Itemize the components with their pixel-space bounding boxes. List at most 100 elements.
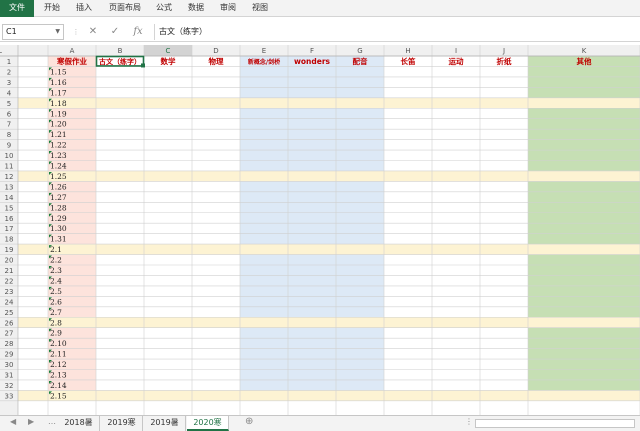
cell-fill — [18, 97, 48, 109]
row-number-24: 24 — [5, 298, 14, 306]
cell-fill — [240, 118, 288, 130]
ribbon-tab-4[interactable]: 公式 — [150, 0, 178, 17]
chevron-down-icon[interactable]: ▼ — [55, 25, 60, 39]
cell-fill — [528, 244, 640, 255]
cell-fill — [240, 379, 288, 391]
column-header-H: H — [405, 47, 410, 55]
sheet-tab-bar: ◀ ▶ … 2018暑 2019寒 2019暑 2020寒 ⊕ ⋮ — [0, 415, 640, 431]
cell-fill — [288, 97, 336, 109]
ribbon-tab-0[interactable]: 文件 — [0, 0, 34, 17]
header-cell-10: 折纸 — [497, 56, 512, 66]
sheet-nav-more-icon[interactable]: … — [48, 417, 56, 426]
ribbon-tab-7[interactable]: 视图 — [246, 0, 274, 17]
row-number-8: 8 — [7, 131, 11, 139]
ribbon-tab-6[interactable]: 审阅 — [214, 0, 242, 17]
cell-fill — [432, 390, 480, 401]
ribbon-tab-2[interactable]: 插入 — [70, 0, 98, 17]
column-header-A: A — [70, 47, 75, 55]
function-icon[interactable]: fx — [128, 24, 148, 40]
cell-fill — [240, 66, 288, 77]
cell-fill — [192, 97, 240, 109]
cell-fill — [480, 390, 528, 401]
formula-input[interactable]: 古文（练字） — [154, 24, 634, 40]
horizontal-scrollbar[interactable] — [475, 419, 635, 428]
cell-fill — [384, 244, 432, 255]
column-header-I: I — [455, 47, 457, 55]
cell-fill — [96, 390, 144, 401]
scroll-split-icon[interactable]: ⋮ — [465, 417, 473, 426]
cell-fill — [240, 369, 288, 380]
cell-fill — [528, 97, 640, 109]
cell-fill — [432, 170, 480, 182]
cell-fill — [528, 317, 640, 328]
cell-fill — [336, 139, 384, 151]
cell-fill — [336, 66, 384, 77]
cell-fill — [18, 390, 48, 401]
row-number-13: 13 — [5, 183, 14, 191]
cell-fill — [240, 181, 288, 192]
cell-fill — [240, 212, 288, 224]
cell-fill — [528, 87, 640, 98]
date-cell: 1.22 — [50, 141, 67, 150]
cell-fill — [528, 181, 640, 192]
name-box[interactable]: C1 ▼ — [2, 24, 64, 40]
sheet-tab-3[interactable]: 2020寒 — [187, 416, 229, 431]
row-number-33: 33 — [5, 392, 14, 400]
cell-fill — [240, 76, 288, 88]
ribbon-tab-5[interactable]: 数据 — [182, 0, 210, 17]
sheet-nav-next-icon[interactable]: ▶ — [28, 417, 34, 426]
cancel-icon[interactable]: ✕ — [84, 24, 102, 40]
date-cell: 1.30 — [50, 224, 67, 233]
cell-fill — [240, 296, 288, 307]
sheet-tab-0[interactable]: 2018暑 — [58, 416, 100, 431]
enter-icon[interactable]: ✓ — [106, 24, 124, 40]
cell-fill — [528, 306, 640, 318]
cell-fill — [144, 317, 192, 328]
cell-fill — [336, 317, 384, 328]
header-cell-5: 新概念/剑桥 — [248, 58, 281, 66]
header-cell-11: 其他 — [577, 56, 592, 66]
cell-fill — [288, 139, 336, 151]
cell-fill — [528, 327, 640, 339]
header-cell-8: 长笛 — [401, 56, 416, 66]
spreadsheet-grid[interactable]: ABCDEFGHIJKL121.1531.1641.1751.1861.1971… — [0, 45, 640, 415]
cell-fill — [192, 390, 240, 401]
row-number-18: 18 — [5, 236, 14, 244]
cell-fill — [288, 150, 336, 161]
row-number-22: 22 — [5, 277, 14, 285]
cell-fill — [240, 244, 288, 255]
cell-fill — [288, 327, 336, 339]
cell-fill — [336, 369, 384, 380]
more-options-icon: ⋮ — [72, 28, 80, 36]
cell-fill — [240, 97, 288, 109]
sheet-tab-2[interactable]: 2019暑 — [144, 416, 186, 431]
cell-fill — [288, 129, 336, 140]
row-number-7: 7 — [7, 121, 11, 129]
date-cell: 2.10 — [50, 339, 67, 348]
add-sheet-icon[interactable]: ⊕ — [245, 416, 253, 427]
cell-fill — [288, 379, 336, 391]
ribbon-tab-1[interactable]: 开始 — [38, 0, 66, 17]
cell-fill — [336, 348, 384, 360]
date-cell: 2.2 — [50, 256, 62, 265]
cell-fill — [528, 233, 640, 245]
cell-fill — [240, 191, 288, 203]
cell-fill — [528, 191, 640, 203]
sheet-nav-prev-icon[interactable]: ◀ — [10, 417, 16, 426]
column-header-L: L — [0, 47, 2, 55]
row-number-9: 9 — [7, 142, 11, 150]
row-number-16: 16 — [5, 215, 14, 223]
cell-fill — [336, 181, 384, 192]
cell-fill — [240, 129, 288, 140]
cell-fill — [240, 170, 288, 182]
ribbon-tab-3[interactable]: 页面布局 — [102, 0, 148, 17]
row-number-4: 4 — [7, 89, 12, 97]
cell-fill — [288, 223, 336, 234]
cell-fill — [240, 139, 288, 151]
cell-fill — [240, 160, 288, 171]
date-cell: 1.23 — [50, 151, 67, 160]
cell-fill — [336, 87, 384, 98]
header-cell-4: 物理 — [209, 56, 224, 66]
sheet-tab-1[interactable]: 2019寒 — [101, 416, 143, 431]
date-cell: 2.13 — [50, 371, 67, 380]
